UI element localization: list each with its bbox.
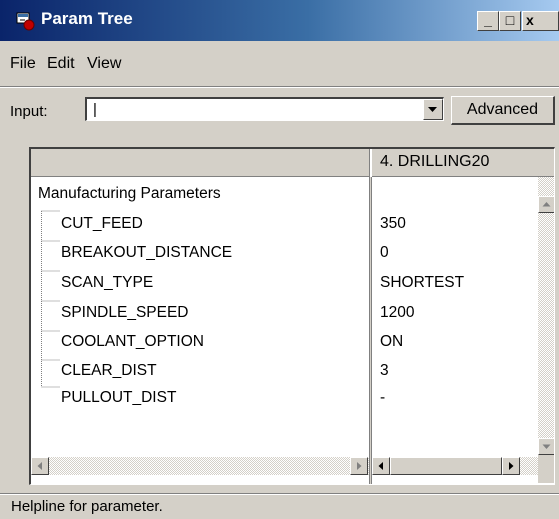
param-name-scan-type[interactable]: SCAN_TYPE [61, 274, 153, 292]
param-name-breakout-distance[interactable]: BREAKOUT_DISTANCE [61, 244, 232, 262]
menu-file[interactable]: File [10, 55, 36, 73]
param-value-pullout-dist[interactable]: - [380, 389, 385, 407]
input-combobox[interactable]: | [85, 97, 444, 121]
scrollbar-corner [538, 455, 554, 483]
left-horizontal-scrollbar[interactable] [31, 457, 369, 475]
parameter-column-header[interactable] [31, 149, 370, 177]
column-divider[interactable] [369, 177, 372, 484]
param-name-pullout-dist[interactable]: PULLOUT_DIST [61, 389, 176, 407]
input-field-value[interactable]: | [93, 101, 97, 118]
horizontal-scroll-thumb[interactable] [390, 457, 502, 475]
chevron-down-icon [428, 107, 437, 112]
arrow-down-icon [542, 444, 551, 449]
window-title: Param Tree [41, 9, 133, 28]
vertical-scrollbar[interactable] [538, 177, 554, 455]
arrow-up-icon [542, 202, 551, 207]
param-value-coolant-option[interactable]: ON [380, 333, 403, 351]
arrow-left-icon [37, 462, 42, 470]
param-name-clear-dist[interactable]: CLEAR_DIST [61, 362, 157, 380]
param-value-scan-type[interactable]: SHORTEST [380, 274, 464, 292]
param-tree-window: Param Tree _ □ x File Edit View Input: |… [0, 0, 559, 519]
param-name-spindle-speed[interactable]: SPINDLE_SPEED [61, 304, 189, 322]
input-label: Input: [10, 103, 48, 120]
maximize-button[interactable]: □ [499, 11, 521, 31]
param-value-cut-feed[interactable]: 350 [380, 215, 406, 233]
close-button[interactable]: x [522, 11, 559, 31]
value-scroll-right-button[interactable] [502, 457, 520, 475]
param-value-breakout-distance[interactable]: 0 [380, 244, 389, 262]
maximize-icon: □ [505, 12, 515, 28]
menu-view[interactable]: View [87, 55, 121, 73]
arrow-right-icon [357, 462, 362, 470]
close-icon: x [526, 12, 534, 28]
tree-root-manufacturing-parameters[interactable]: Manufacturing Parameters [38, 185, 221, 203]
value-column-header[interactable]: 4. DRILLING20 [372, 149, 554, 177]
menu-bar: File Edit View [0, 41, 559, 85]
minimize-icon: _ [484, 12, 492, 28]
param-name-coolant-option[interactable]: COOLANT_OPTION [61, 333, 204, 351]
arrow-left-icon [378, 462, 383, 470]
status-helpline: Helpline for parameter. [11, 498, 163, 515]
scroll-down-button[interactable] [538, 438, 554, 455]
right-horizontal-scrollbar[interactable] [372, 457, 538, 475]
param-value-spindle-speed[interactable]: 1200 [380, 304, 414, 322]
status-separator [0, 493, 559, 495]
combobox-dropdown-button[interactable] [423, 99, 443, 120]
minimize-button[interactable]: _ [477, 11, 499, 31]
param-value-clear-dist[interactable]: 3 [380, 362, 389, 380]
advanced-button[interactable]: Advanced [451, 96, 555, 125]
arrow-right-icon [509, 462, 514, 470]
menu-edit[interactable]: Edit [47, 55, 75, 73]
value-scroll-left-button[interactable] [372, 457, 390, 475]
scroll-up-button[interactable] [538, 196, 554, 213]
scroll-left-button[interactable] [31, 457, 49, 475]
menu-separator [0, 86, 559, 88]
title-bar[interactable]: Param Tree _ □ x [0, 0, 559, 41]
param-name-cut-feed[interactable]: CUT_FEED [61, 215, 143, 233]
scroll-right-button[interactable] [350, 457, 368, 475]
parameter-table: 4. DRILLING20 Manufacturing Parameters C… [29, 147, 555, 485]
app-icon [16, 11, 36, 31]
